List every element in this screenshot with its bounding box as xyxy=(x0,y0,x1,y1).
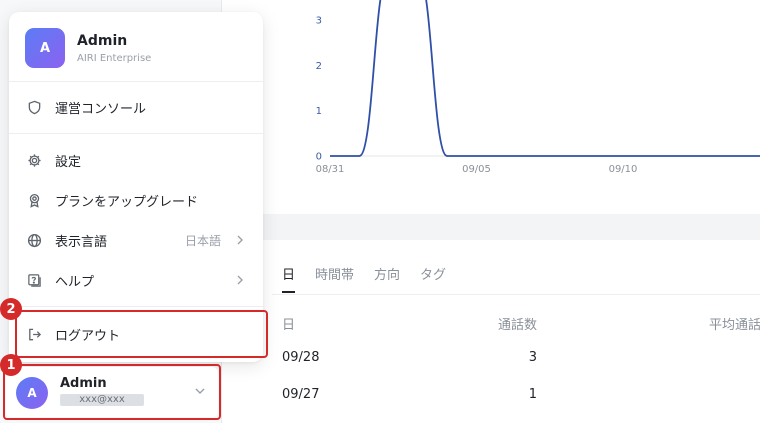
row-date: 09/27 xyxy=(282,387,320,402)
x-tick-label: 08/31 xyxy=(316,164,345,175)
globe-icon xyxy=(25,231,43,249)
chart-panel: 012308/3109/0509/100 xyxy=(222,0,760,214)
tab-day[interactable]: 日 xyxy=(282,264,296,293)
column-header-avg: 平均通話 xyxy=(709,318,760,333)
menu-user-org: AIRI Enterprise xyxy=(77,53,152,64)
help-icon xyxy=(25,271,43,289)
tab-time-of-day[interactable]: 時間帯 xyxy=(315,264,354,293)
highlight-user-card xyxy=(3,364,221,420)
menu-user-name: Admin xyxy=(77,33,128,49)
tab-direction[interactable]: 方向 xyxy=(374,264,400,293)
menu-item-label: ヘルプ xyxy=(55,274,95,290)
menu-item-label: 設定 xyxy=(55,154,82,170)
y-tick-label: 1 xyxy=(316,106,322,117)
tab-tag[interactable]: タグ xyxy=(420,264,446,293)
menu-divider xyxy=(9,133,263,134)
stats-tabs: 日 時間帯 方向 タグ xyxy=(282,264,446,293)
y-tick-label: 0 xyxy=(316,152,322,163)
avatar: A xyxy=(25,28,65,68)
menu-header: A Admin AIRI Enterprise xyxy=(9,12,263,82)
row-calls: 1 xyxy=(528,387,537,402)
x-tick-label: 09/05 xyxy=(462,164,491,175)
x-tick-label: 09/10 xyxy=(609,164,638,175)
chevron-right-icon xyxy=(235,275,245,285)
menu-item-label: 運営コンソール xyxy=(55,101,147,117)
call-volume-chart: 012308/3109/0509/100 xyxy=(316,0,760,175)
main-content: 012308/3109/0509/100 日 時間帯 方向 タグ 日 通話数 平… xyxy=(222,0,760,423)
highlight-logout xyxy=(15,310,268,358)
menu-item-console[interactable]: 運営コンソール xyxy=(9,89,263,125)
y-tick-label: 3 xyxy=(316,16,322,27)
menu-item-upgrade-plan[interactable]: プランをアップグレード xyxy=(9,182,263,218)
menu-item-language[interactable]: 表示言語 日本語 xyxy=(9,222,263,258)
y-tick-label: 2 xyxy=(316,61,322,72)
step-badge-2: 2 xyxy=(0,298,22,320)
chevron-right-icon xyxy=(235,235,245,245)
language-current-value: 日本語 xyxy=(184,233,221,248)
column-header-date: 日 xyxy=(282,318,296,333)
menu-item-help[interactable]: ヘルプ xyxy=(9,262,263,298)
award-icon xyxy=(25,191,43,209)
stats-panel: 日 時間帯 方向 タグ 日 通話数 平均通話 09/28 3 09/27 1 xyxy=(222,240,760,423)
menu-item-label: 表示言語 xyxy=(55,234,108,250)
series-line xyxy=(329,0,760,157)
gear-icon xyxy=(25,151,43,169)
step-badge-1: 1 xyxy=(0,354,22,376)
row-calls: 3 xyxy=(528,350,537,365)
shield-icon xyxy=(25,98,43,116)
column-header-calls: 通話数 xyxy=(497,318,537,333)
menu-divider xyxy=(9,306,263,307)
tabs-divider xyxy=(272,294,760,295)
row-date: 09/28 xyxy=(282,350,320,365)
menu-item-label: プランをアップグレード xyxy=(55,194,199,210)
menu-item-settings[interactable]: 設定 xyxy=(9,142,263,178)
